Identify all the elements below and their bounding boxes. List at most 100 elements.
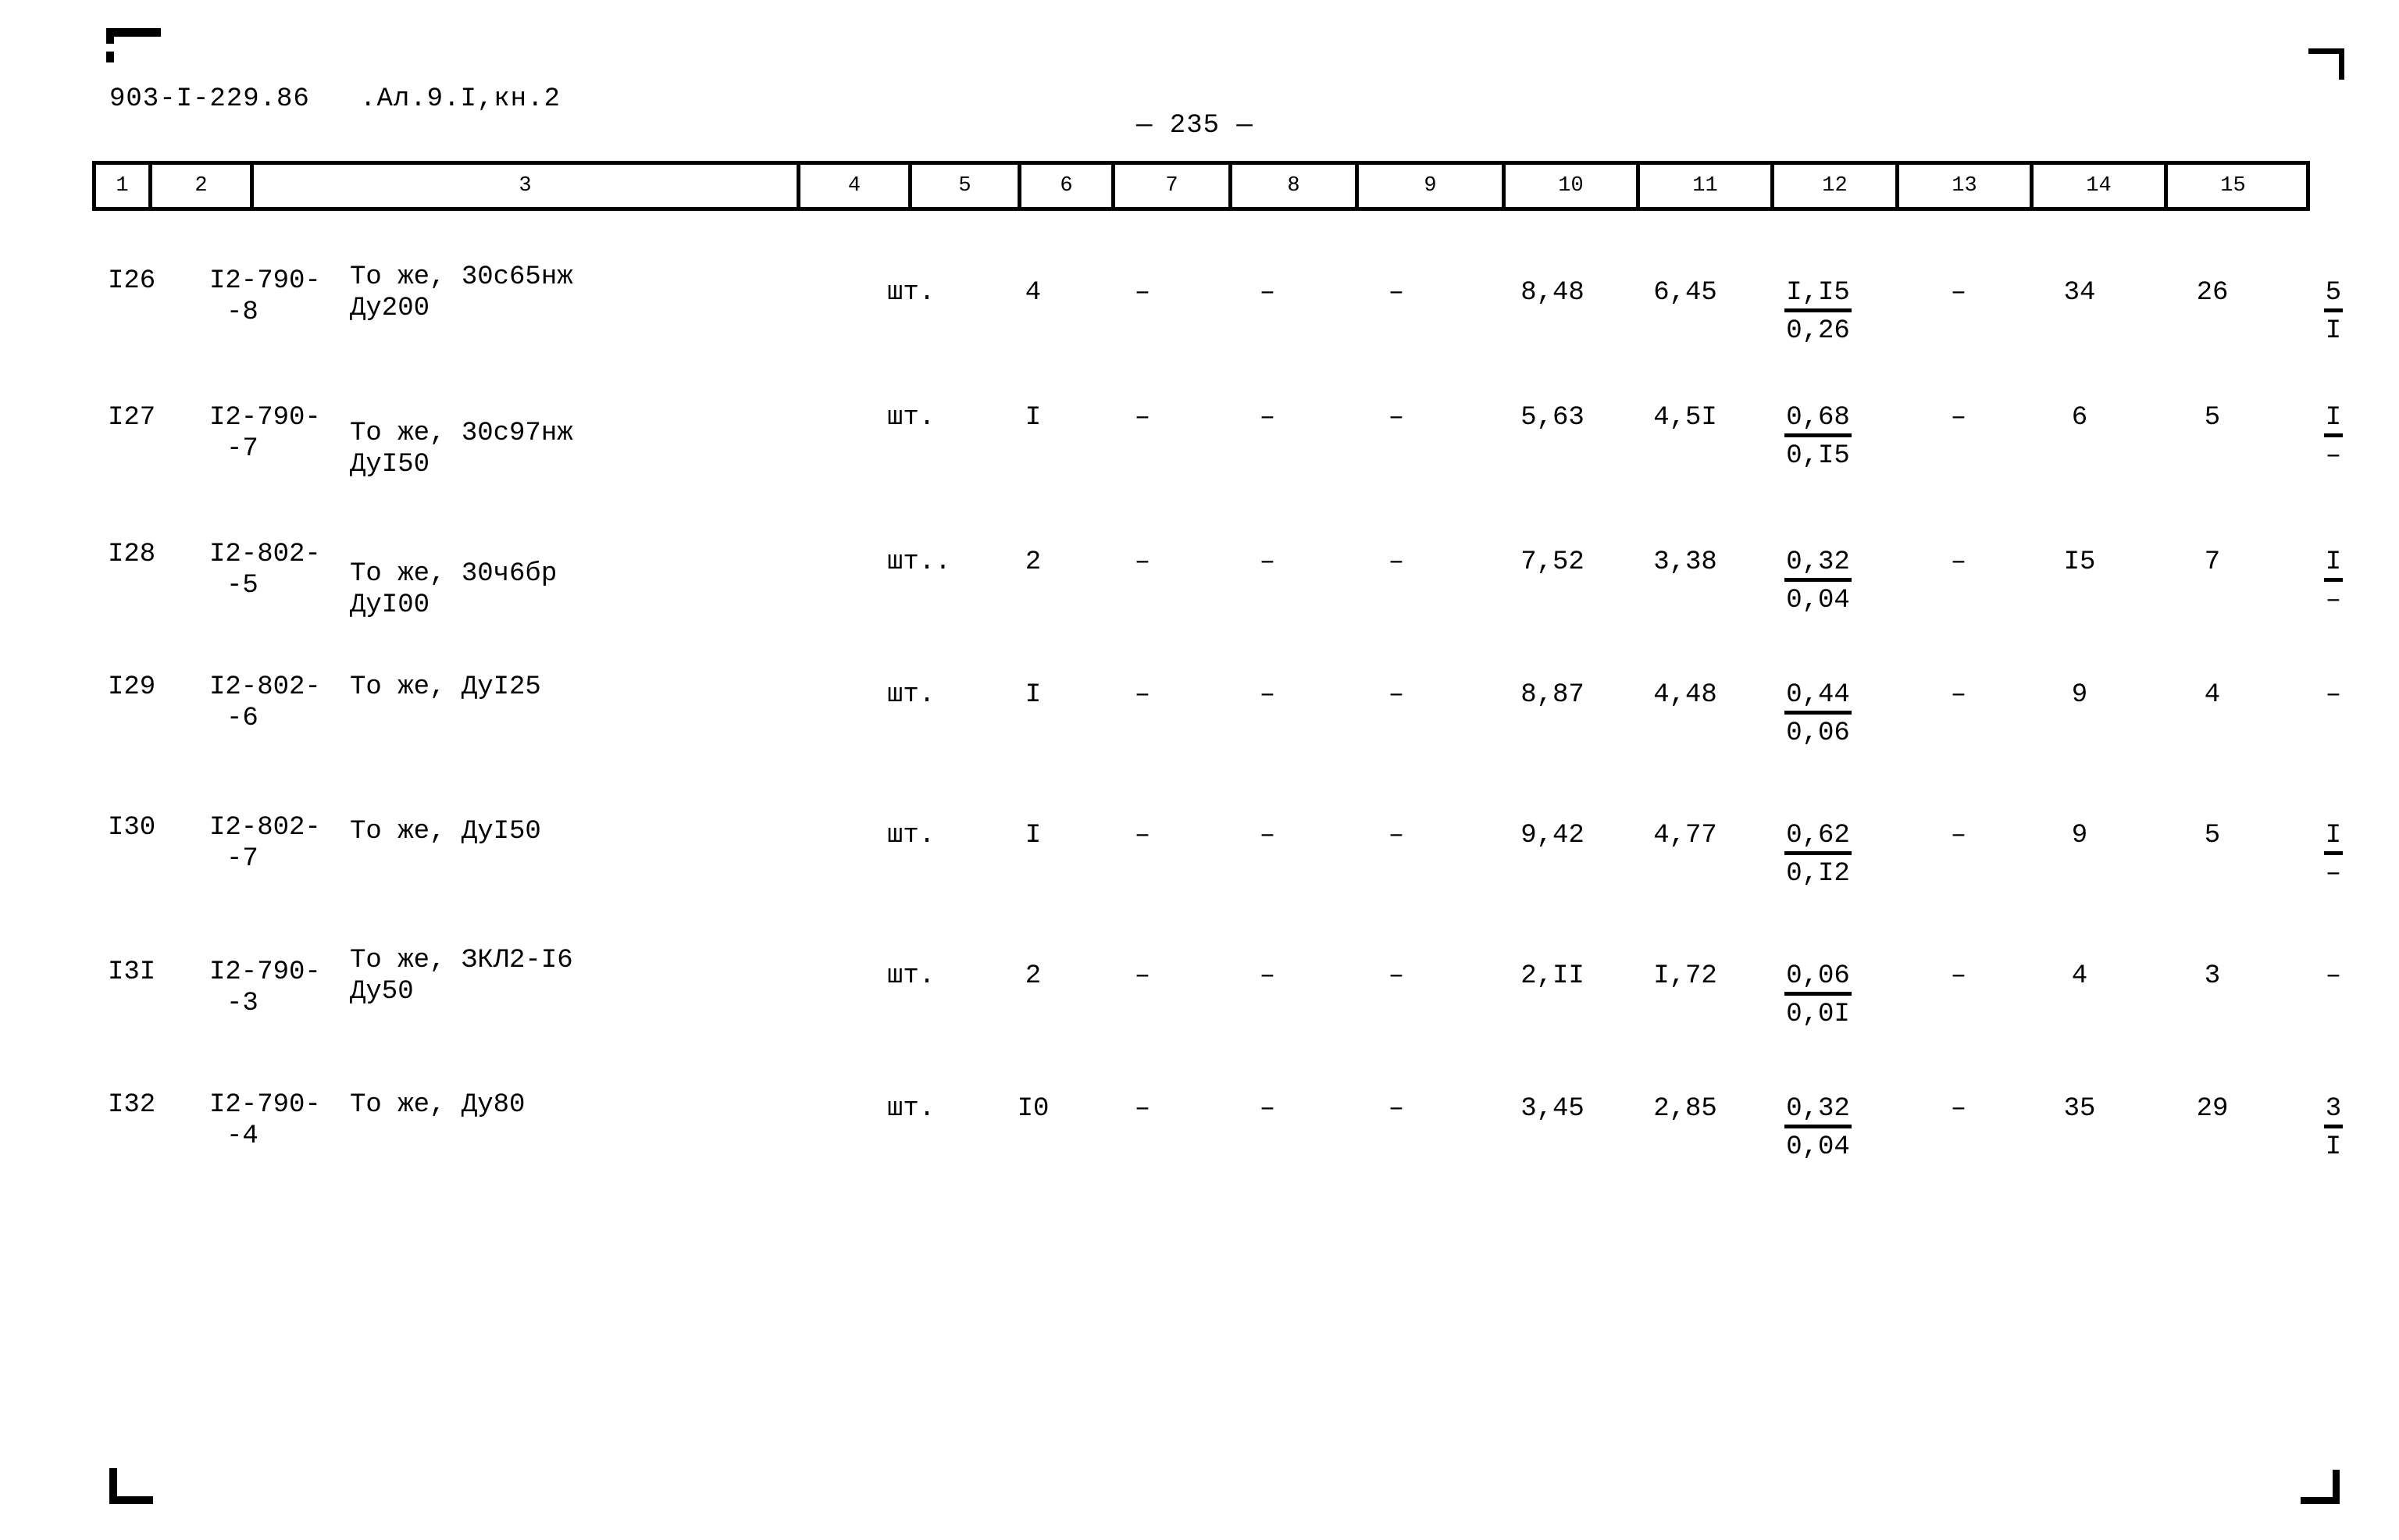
cell-col3-description: То же, ЗКЛ2-I6 Ду50 [350,945,881,1007]
cell-col2-code: I2-790- -7 [209,402,358,465]
cell-col14-value: 4 [2204,680,2221,710]
cell-col5-quantity: 2 [1025,961,1042,991]
cell-col11-fraction: 0,32 0,04 [1784,547,1852,615]
cell-col8-value: – [1388,278,1405,308]
cell-col12-value: – [1950,278,1967,308]
cell-col13-value: 34 [2063,278,2096,308]
cell-col3-description: То же, 30с97нж ДуI50 [350,418,881,480]
cell-col11-fraction: 0,06 0,0I [1784,961,1852,1029]
cell-col2-code: I2-790- -8 [209,266,358,328]
cell-col3-description: То же, 30ч6бр ДуI00 [350,558,881,621]
registration-mark-bottom-left [109,1468,153,1504]
cell-col5-quantity: 4 [1025,278,1042,308]
cell-col15-fraction: I – [2323,821,2344,889]
col3-description-line1: То же, 30с97нж [350,419,573,448]
table-column-header-row: 1 2 3 4 5 6 7 8 9 10 11 12 13 14 15 [92,161,2310,211]
cell-col10-value: 4,77 [1653,821,1717,850]
col2-code-line2: -6 [226,704,258,733]
col3-description-line1: То же, Ду80 [350,1090,526,1120]
cell-col2-code: I2-802- -7 [209,812,358,875]
cell-col10-value: 3,38 [1653,547,1717,577]
column-header-2: 2 [152,165,254,207]
column-header-14: 14 [2034,165,2168,207]
cell-col3-description: То же, 30с65нж Ду200 [350,262,881,324]
cell-col12-value: – [1950,680,1967,710]
cell-col14-value: 26 [2196,278,2229,308]
col2-code-line1: I2-802- [209,813,321,843]
column-header-4: 4 [800,165,912,207]
cell-col10-value: 2,85 [1653,1094,1717,1124]
cell-col4-unit: шт. [887,680,936,710]
scanned-page: 903-I-229.86 .Ал.9.I,кн.2 — 235 — 1 2 3 … [0,0,2399,1540]
cell-col10-value: I,72 [1653,961,1717,991]
cell-col14-value: 29 [2196,1094,2229,1124]
col3-description-line1: То же, 30ч6бр [350,559,558,589]
column-header-8: 8 [1232,165,1359,207]
cell-col1-position: I27 [108,403,156,433]
cell-col13-value: 6 [2071,403,2088,433]
cell-col3-description: То же, Ду80 [350,1089,881,1121]
cell-col9-value: 3,45 [1520,1094,1584,1124]
cell-col7-value: – [1259,1094,1276,1124]
col2-code-line2: -5 [226,571,258,601]
column-header-11: 11 [1640,165,1774,207]
cell-col14-value: 7 [2204,547,2221,577]
col2-code-line1: I2-790- [209,403,321,433]
cell-col8-value: – [1388,680,1405,710]
col2-code-line2: -8 [226,298,258,327]
cell-col6-value: – [1134,680,1151,710]
cell-col2-code: I2-802- -5 [209,539,358,601]
cell-col13-value: 9 [2071,680,2088,710]
col2-code-line2: -3 [226,989,258,1018]
col3-description-line2: Ду200 [350,294,430,323]
cell-col2-code: I2-790- -3 [209,957,358,1019]
cell-col2-code: I2-802- -6 [209,672,358,734]
cell-col4-unit: шт. [887,1094,936,1124]
cell-col13-value: 35 [2063,1094,2096,1124]
document-code-line: 903-I-229.86 .Ал.9.I,кн.2 [109,84,561,114]
cell-col6-value: – [1134,278,1151,308]
cell-col1-position: I26 [108,266,156,296]
col2-code-line2: -4 [226,1121,258,1151]
cell-col7-value: – [1259,403,1276,433]
cell-col9-value: 7,52 [1520,547,1584,577]
cell-col12-value: – [1950,403,1967,433]
cell-col6-value: – [1134,403,1151,433]
column-header-6: 6 [1021,165,1115,207]
cell-col9-value: 8,48 [1520,278,1584,308]
col3-description-line1: То же, ДуI50 [350,817,541,847]
cell-col3-description: То же, ДуI50 [350,816,881,847]
cell-col11-fraction: 0,68 0,I5 [1784,403,1852,471]
cell-col15-fraction: 5I [2323,278,2344,346]
column-header-9: 9 [1359,165,1506,207]
col3-description-line2: ДуI50 [350,450,430,479]
cell-col5-quantity: I [1025,403,1042,433]
cell-col11-fraction: 0,44 0,06 [1784,680,1852,748]
col2-code-line1: I2-790- [209,1090,321,1120]
cell-col1-position: I3I [108,957,156,987]
col3-description-line2: Ду50 [350,977,414,1007]
registration-mark-top-left [106,28,161,73]
cell-col7-value: – [1259,821,1276,850]
column-header-15: 15 [2220,173,2246,198]
cell-col15-fraction: 3I [2323,1094,2344,1162]
registration-mark-top-right [2308,48,2344,84]
cell-col15-fraction: – [2325,680,2342,710]
column-header-1: 1 [96,165,152,207]
cell-col10-value: 4,5I [1653,403,1717,433]
cell-col11-fraction: I,I5 0,26 [1784,278,1852,346]
cell-col8-value: – [1388,403,1405,433]
column-header-12: 12 [1774,165,1899,207]
cell-col7-value: – [1259,278,1276,308]
cell-col15-fraction: – [2325,961,2342,991]
cell-col4-unit: шт. [887,961,936,991]
cell-col6-value: – [1134,961,1151,991]
col2-code-line1: I2-802- [209,672,321,702]
cell-col5-quantity: 2 [1025,547,1042,577]
cell-col5-quantity: I [1025,680,1042,710]
cell-col1-position: I29 [108,672,156,702]
cell-col12-value: – [1950,961,1967,991]
cell-col8-value: – [1388,547,1405,577]
cell-col15-fraction: I – [2323,403,2344,471]
cell-col3-description: То же, ДуI25 [350,672,881,703]
